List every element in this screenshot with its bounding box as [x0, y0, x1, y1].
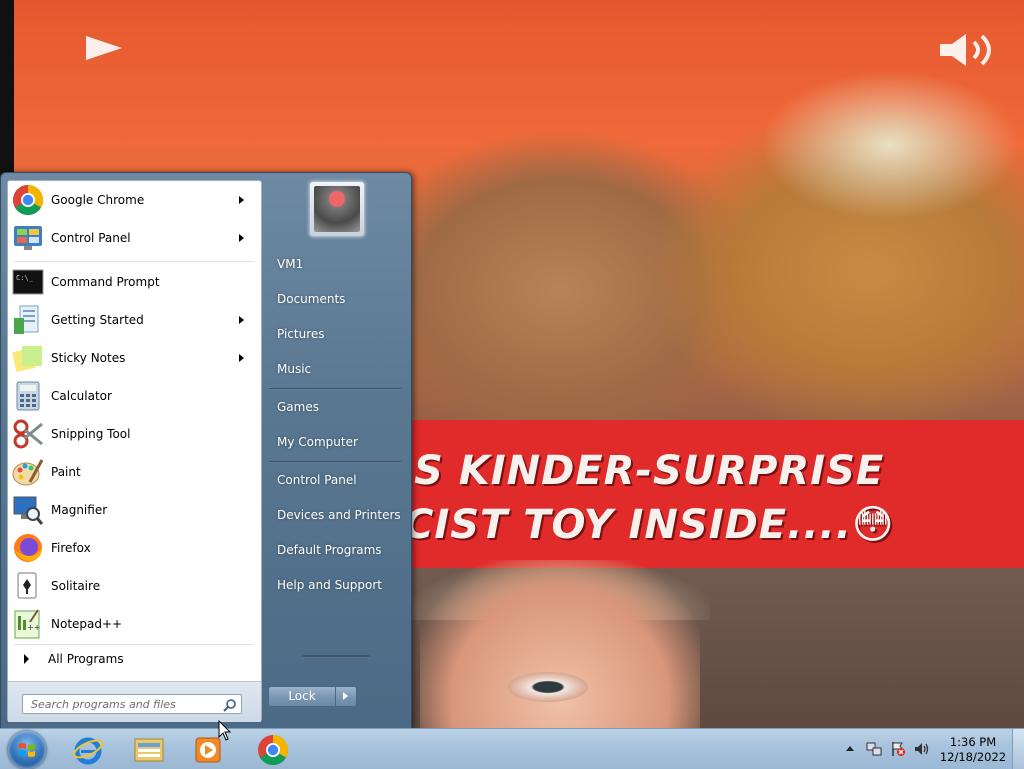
- taskbar-google-chrome[interactable]: [245, 732, 301, 768]
- program-paint[interactable]: Paint: [12, 454, 256, 490]
- right-item-documents[interactable]: Documents: [269, 284, 405, 314]
- calculator-icon: [16, 381, 40, 411]
- background-highlight: [760, 70, 1020, 220]
- right-item-pictures[interactable]: Pictures: [269, 319, 405, 349]
- show-hidden-icons-button[interactable]: [846, 746, 854, 751]
- submenu-arrow-icon[interactable]: [239, 234, 244, 242]
- program-label: Solitaire: [51, 579, 101, 593]
- paint-icon: [12, 459, 44, 486]
- getting-started-icon: [14, 305, 39, 334]
- magnifier-icon: [13, 496, 44, 525]
- pinned-separator: [14, 261, 254, 262]
- svg-text:++: ++: [27, 623, 40, 632]
- system-clock[interactable]: 1:36 PM 12/18/2022: [938, 735, 1008, 765]
- user-picture[interactable]: [309, 181, 365, 237]
- program-label: Calculator: [51, 389, 112, 403]
- svg-text:C:\_: C:\_: [16, 274, 34, 282]
- program-label: Notepad++: [51, 617, 123, 631]
- program-label: Getting Started: [51, 313, 144, 327]
- right-item-my-computer[interactable]: My Computer: [269, 427, 405, 457]
- mouse-cursor-icon: [218, 720, 232, 741]
- sticky-notes-icon: [12, 346, 42, 372]
- right-item-help-and-support[interactable]: Help and Support: [269, 570, 405, 600]
- user-avatar: [314, 186, 360, 232]
- submenu-arrow-icon[interactable]: [239, 354, 244, 362]
- notepad-plus-plus-icon: ++: [14, 609, 40, 639]
- all-programs-separator: [14, 644, 254, 645]
- windows-explorer-icon: [134, 738, 164, 762]
- programs-pane: Google Chrome Control Panel C:\_ Command…: [7, 180, 262, 722]
- program-calculator[interactable]: Calculator: [12, 378, 256, 414]
- snipping-tool-icon: [13, 419, 43, 449]
- program-magnifier[interactable]: Magnifier: [12, 492, 256, 528]
- all-programs-label: All Programs: [48, 652, 124, 666]
- program-snipping-tool[interactable]: Snipping Tool: [12, 416, 256, 452]
- solitaire-icon: [17, 572, 37, 599]
- taskbar-internet-explorer[interactable]: [60, 732, 116, 768]
- program-label: Snipping Tool: [51, 427, 131, 441]
- chrome-icon: [12, 185, 44, 216]
- all-programs-button[interactable]: All Programs: [12, 647, 256, 671]
- show-desktop-button[interactable]: [1012, 729, 1024, 769]
- right-separator: [269, 461, 401, 463]
- internet-explorer-icon: [73, 737, 103, 765]
- search-input[interactable]: Search programs and files: [22, 694, 242, 714]
- power-options-arrow-button[interactable]: [336, 686, 357, 707]
- program-label: Magnifier: [51, 503, 108, 517]
- right-item-control-panel[interactable]: Control Panel: [269, 465, 405, 495]
- search-area: Search programs and files: [8, 681, 261, 722]
- start-button[interactable]: [8, 731, 46, 769]
- program-firefox[interactable]: Firefox: [12, 530, 256, 566]
- search-placeholder: Search programs and files: [31, 698, 176, 711]
- volume-icon[interactable]: [938, 32, 1002, 68]
- right-item-vm1[interactable]: VM1: [269, 249, 405, 279]
- caption-line-2: CIST TOY INSIDE....😳: [404, 502, 895, 548]
- right-item-devices-and-printers[interactable]: Devices and Printers: [269, 500, 405, 530]
- taskbar: 1:36 PM 12/18/2022: [0, 728, 1024, 769]
- cmd-icon: C:\_: [12, 269, 44, 295]
- right-item-default-programs[interactable]: Default Programs: [269, 535, 405, 565]
- speaker-icon[interactable]: [914, 741, 930, 757]
- program-getting-started[interactable]: Getting Started: [12, 302, 256, 338]
- lock-button[interactable]: Lock: [268, 686, 336, 707]
- right-item-music[interactable]: Music: [269, 354, 405, 384]
- power-separator: [303, 655, 369, 658]
- control-panel-icon: [14, 226, 42, 250]
- caption-banner: S KINDER-SURPRISE CIST TOY INSIDE....😳: [404, 420, 1024, 568]
- submenu-arrow-icon[interactable]: [239, 196, 244, 204]
- clock-time: 1:36 PM: [949, 735, 997, 749]
- search-icon[interactable]: [223, 698, 237, 712]
- right-item-games[interactable]: Games: [269, 392, 405, 422]
- taskbar-windows-explorer[interactable]: [121, 732, 177, 768]
- program-label: Google Chrome: [51, 193, 145, 207]
- caption-line-1: S KINDER-SURPRISE: [414, 448, 885, 494]
- play-icon[interactable]: [86, 36, 122, 60]
- program-label: Firefox: [51, 541, 91, 555]
- program-sticky-notes[interactable]: Sticky Notes: [12, 340, 256, 376]
- program-label: Paint: [51, 465, 81, 479]
- program-google-chrome[interactable]: Google Chrome: [12, 182, 256, 218]
- submenu-arrow-icon[interactable]: [239, 316, 244, 324]
- program-label: Sticky Notes: [51, 351, 126, 365]
- program-notepad-plus-plus[interactable]: ++ Notepad++: [12, 606, 256, 642]
- program-control-panel[interactable]: Control Panel: [12, 220, 256, 256]
- firefox-icon: [14, 534, 42, 562]
- clock-date: 12/18/2022: [939, 750, 1007, 764]
- chrome-icon: [258, 735, 289, 766]
- windows-logo-icon: [19, 743, 35, 757]
- program-solitaire[interactable]: Solitaire: [12, 568, 256, 604]
- program-command-prompt[interactable]: C:\_ Command Prompt: [12, 264, 256, 300]
- video-person-face: [420, 560, 700, 728]
- right-separator: [269, 388, 401, 390]
- expand-arrow-icon: [24, 654, 29, 664]
- program-label: Command Prompt: [51, 275, 160, 289]
- network-icon[interactable]: [866, 741, 882, 757]
- video-person-eye: [508, 672, 588, 702]
- action-center-icon[interactable]: [890, 741, 906, 757]
- start-menu: Google Chrome Control Panel C:\_ Command…: [0, 172, 412, 730]
- program-label: Control Panel: [51, 231, 131, 245]
